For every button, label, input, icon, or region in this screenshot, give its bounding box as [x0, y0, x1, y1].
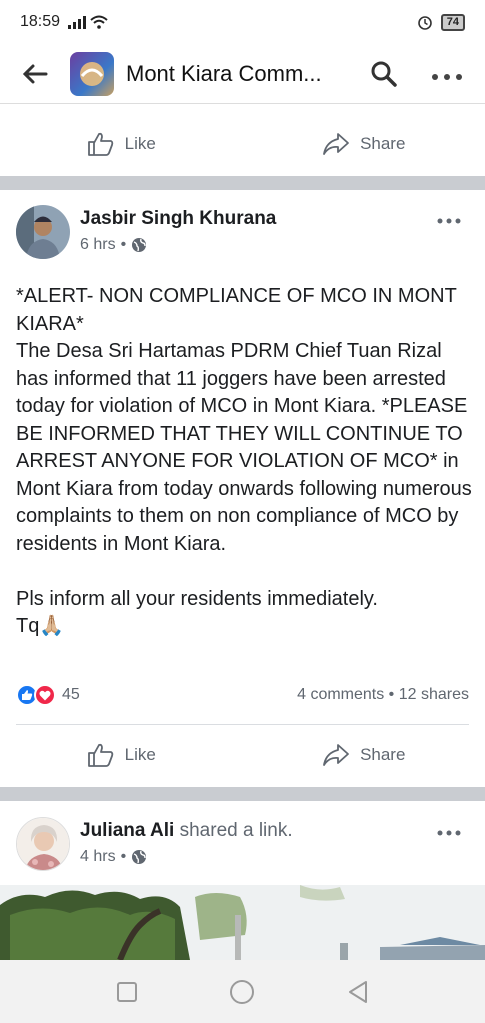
- like-icon: [87, 743, 113, 767]
- app-bar: Mont Kiara Comm...: [0, 44, 485, 104]
- post-divider: [0, 787, 485, 801]
- globe-icon: [132, 850, 147, 864]
- post-time[interactable]: 6 hrs: [80, 236, 116, 254]
- share-button[interactable]: Share: [243, 132, 485, 156]
- share-label: Share: [360, 134, 406, 153]
- home-icon[interactable]: [229, 979, 255, 1005]
- post-meta: 6 hrs •: [80, 236, 147, 254]
- post-more-button[interactable]: [437, 819, 461, 842]
- more-options-button[interactable]: [431, 61, 463, 87]
- back-triangle-icon[interactable]: [347, 980, 369, 1004]
- more-icon: [432, 73, 462, 80]
- shares-count[interactable]: 12 shares: [399, 686, 469, 703]
- reactions-row: 45 4 comments • 12 shares: [0, 680, 485, 710]
- comments-count[interactable]: 4 comments: [297, 686, 384, 703]
- status-time: 18:59: [20, 13, 61, 30]
- share-button[interactable]: Share: [243, 743, 485, 767]
- wifi-icon: [90, 15, 108, 29]
- like-label: Like: [124, 134, 156, 153]
- search-button[interactable]: [364, 60, 404, 88]
- post-more-button[interactable]: [437, 207, 461, 230]
- stats-separator: •: [384, 686, 399, 703]
- like-button[interactable]: Like: [0, 131, 243, 157]
- post-action-text: shared a link.: [179, 820, 293, 841]
- group-avatar[interactable]: [70, 51, 114, 96]
- meta-separator: •: [120, 236, 127, 253]
- post-meta: 4 hrs •: [80, 848, 147, 866]
- post-time[interactable]: 4 hrs: [80, 848, 116, 866]
- share-label: Share: [360, 745, 406, 764]
- arrow-left-icon: [22, 64, 48, 83]
- group-title[interactable]: Mont Kiara Comm...: [126, 61, 348, 87]
- back-button[interactable]: [0, 63, 70, 85]
- post-stats: 4 comments • 12 shares: [297, 686, 469, 704]
- avatar[interactable]: [16, 205, 70, 259]
- system-navigation-bar: [0, 960, 485, 1023]
- post-action-bar: Like Share: [0, 723, 485, 787]
- reaction-icons[interactable]: [16, 684, 56, 706]
- like-label: Like: [124, 745, 156, 764]
- post-author[interactable]: Jasbir Singh Khurana: [80, 208, 276, 230]
- more-icon: [437, 830, 461, 836]
- search-icon: [371, 61, 397, 87]
- signal-icon: [68, 15, 87, 29]
- handshake-icon: [80, 61, 104, 86]
- reaction-count[interactable]: 45: [62, 686, 80, 704]
- alarm-icon: [417, 16, 432, 30]
- globe-icon: [132, 238, 147, 252]
- post-author[interactable]: Juliana Ali: [80, 820, 174, 841]
- post-author-line: Juliana Ali shared a link.: [80, 820, 293, 842]
- like-button[interactable]: Like: [0, 742, 243, 768]
- avatar[interactable]: [16, 817, 70, 871]
- status-bar: 18:59 74: [0, 0, 485, 44]
- share-icon: [323, 744, 349, 766]
- recent-apps-icon[interactable]: [116, 981, 138, 1003]
- love-reaction-icon: [34, 684, 56, 706]
- meta-separator: •: [120, 848, 127, 865]
- more-icon: [437, 218, 461, 224]
- share-icon: [323, 133, 349, 155]
- link-preview-image[interactable]: [0, 885, 485, 960]
- battery-indicator: 74: [440, 13, 465, 31]
- previous-post-action-bar: Like Share: [0, 112, 485, 176]
- post-text: *ALERT- NON COMPLIANCE OF MCO IN MONT KI…: [16, 285, 472, 637]
- like-icon: [87, 132, 113, 156]
- post-divider: [0, 176, 485, 190]
